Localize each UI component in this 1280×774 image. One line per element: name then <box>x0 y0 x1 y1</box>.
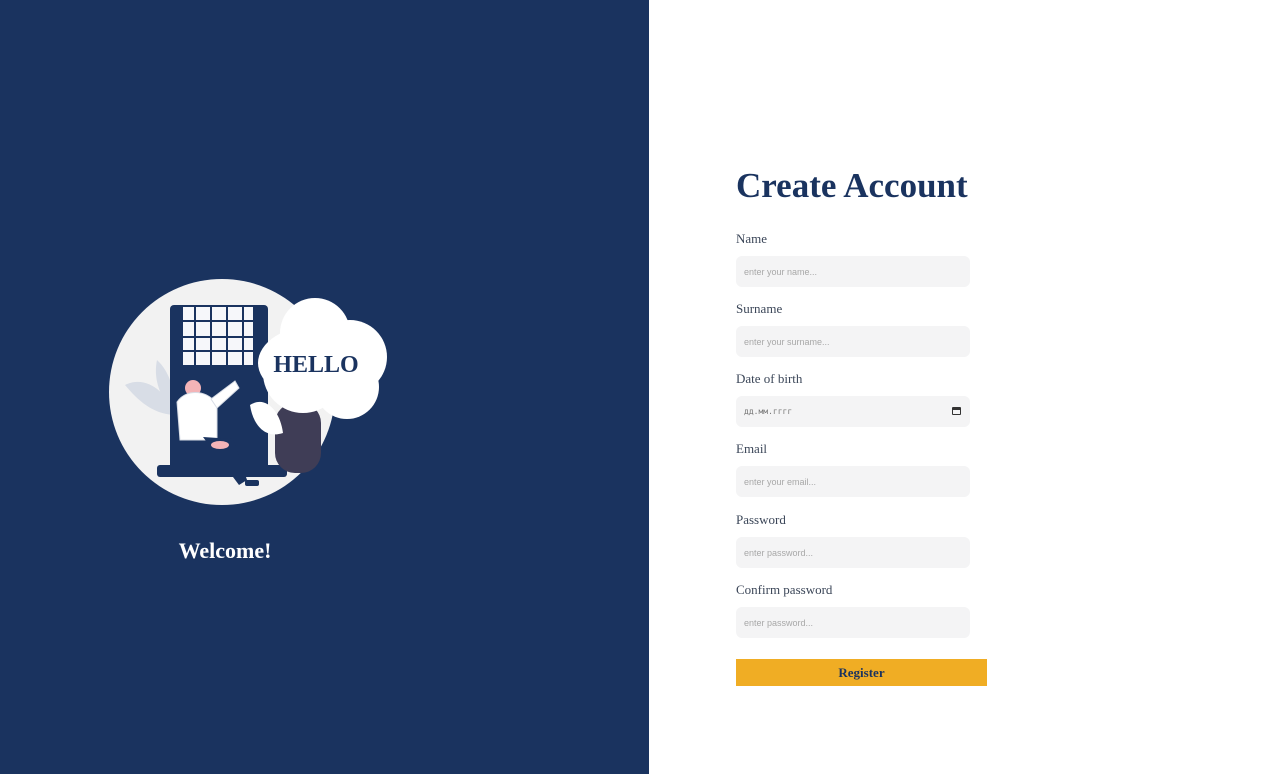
calendar-icon[interactable] <box>952 407 961 415</box>
surname-input[interactable] <box>736 326 970 357</box>
hello-text: HELLO <box>273 352 358 378</box>
date-of-birth-input[interactable]: дд.мм.гггг <box>736 396 970 427</box>
name-label: Name <box>736 231 768 246</box>
confirm-password-input[interactable] <box>736 607 970 638</box>
welcome-title: Welcome! <box>178 538 272 563</box>
welcome-illustration: HELLO <box>109 279 387 505</box>
password-label: Password <box>736 512 786 527</box>
date-of-birth-label: Date of birth <box>736 371 803 386</box>
email-field: Email <box>736 441 987 497</box>
password-input[interactable] <box>736 537 970 568</box>
date-of-birth-value: дд.мм.гггг <box>744 407 793 416</box>
surname-label: Surname <box>736 301 783 316</box>
surname-field: Surname <box>736 301 987 357</box>
date-of-birth-field: Date of birth дд.мм.гггг <box>736 371 987 427</box>
name-input[interactable] <box>736 256 970 287</box>
password-field: Password <box>736 512 987 568</box>
name-field: Name <box>736 231 987 287</box>
register-button[interactable]: Register <box>736 659 987 686</box>
welcome-panel: HELLO Welcome! <box>0 0 649 774</box>
confirm-password-field: Confirm password <box>736 582 987 638</box>
create-account-form: Create Account Name Surname Date of birt… <box>736 166 987 686</box>
confirm-password-label: Confirm password <box>736 582 833 597</box>
email-input[interactable] <box>736 466 970 497</box>
email-label: Email <box>736 441 768 456</box>
form-title: Create Account <box>736 166 968 205</box>
